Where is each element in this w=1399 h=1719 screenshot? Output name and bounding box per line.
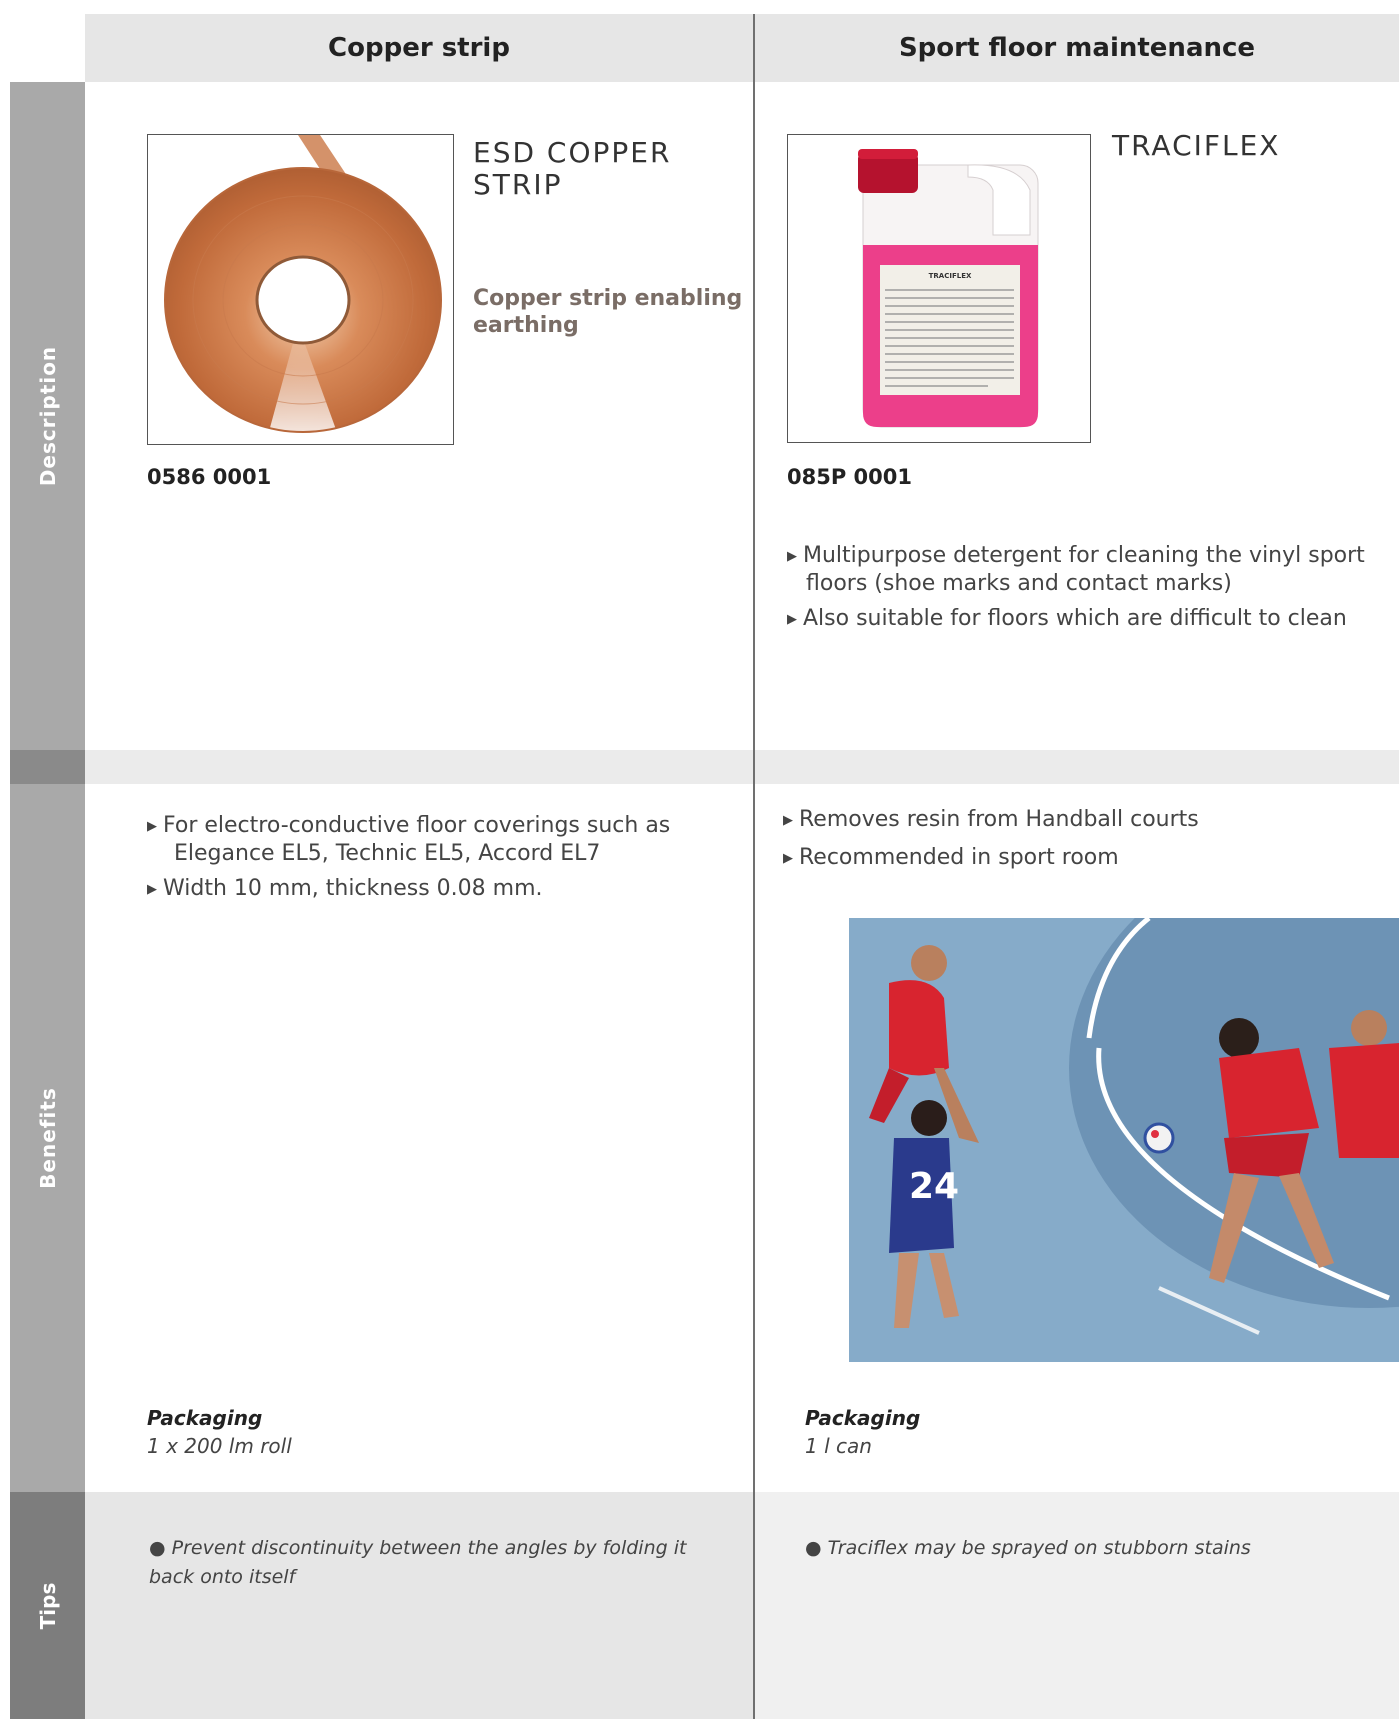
header-copper-strip: Copper strip <box>85 14 753 82</box>
copper-packaging-value: 1 x 200 lm roll <box>147 1434 292 1458</box>
dot-icon: ● <box>805 1537 822 1559</box>
triangle-right-icon: ▶ <box>147 819 157 834</box>
copper-title-line1: ESD COPPER <box>473 136 672 169</box>
traciflex-tip: ● Traciflex may be sprayed on stubborn s… <box>805 1537 1251 1559</box>
copper-strip-image <box>147 134 454 445</box>
traciflex-benefit-2: ▶ Recommended in sport room <box>783 845 1119 870</box>
copper-subtitle: Copper strip enabling earthing <box>473 285 742 339</box>
sidebar-benefits-label: Benefits <box>35 1087 60 1189</box>
triangle-right-icon: ▶ <box>147 882 157 897</box>
row-separator-band <box>85 750 1399 784</box>
sidebar-tips: Tips <box>10 1492 85 1719</box>
bottle-label-text: TRACIFLEX <box>929 272 972 280</box>
tips-bg-right <box>755 1492 1399 1719</box>
copper-packaging-label: Packaging <box>147 1406 263 1430</box>
copper-benefit-1: ▶ For electro-conductive floor coverings … <box>147 813 671 866</box>
traciflex-product-title: TRACIFLEX <box>1112 129 1281 162</box>
copper-product-code: 0586 0001 <box>147 465 272 489</box>
column-divider <box>753 14 755 1719</box>
corner-blank <box>10 14 85 82</box>
triangle-right-icon: ▶ <box>787 612 797 627</box>
copper-subtitle-line1: Copper strip enabling <box>473 286 743 311</box>
dot-icon: ● <box>149 1537 166 1559</box>
copper-tip: ● Prevent discontinuity between the angl… <box>149 1537 687 1588</box>
sidebar-description-label: Description <box>35 345 60 487</box>
sidebar-separator <box>10 750 85 784</box>
traciflex-packaging-label: Packaging <box>805 1406 921 1430</box>
copper-title-line2: STRIP <box>473 168 563 201</box>
traciflex-packaging-value: 1 l can <box>805 1434 872 1458</box>
triangle-right-icon: ▶ <box>783 813 793 828</box>
traciflex-benefit-1: ▶ Removes resin from Handball courts <box>783 807 1199 832</box>
triangle-right-icon: ▶ <box>783 851 793 866</box>
tips-bg-left <box>85 1492 753 1719</box>
sidebar-benefits: Benefits <box>10 784 85 1492</box>
traciflex-product-code: 085P 0001 <box>787 465 912 489</box>
header-sport-floor-maintenance: Sport floor maintenance <box>755 14 1399 82</box>
traciflex-bottle-image: TRACIFLEX <box>787 134 1091 443</box>
sidebar-tips-label: Tips <box>35 1582 60 1629</box>
player-number: 24 <box>909 1166 959 1207</box>
copper-product-title: ESD COPPER STRIP <box>473 137 671 201</box>
triangle-right-icon: ▶ <box>787 549 797 564</box>
handball-photo: 24 <box>849 918 1399 1362</box>
traciflex-desc-bullet-2: ▶ Also suitable for floors which are diff… <box>787 606 1347 631</box>
copper-subtitle-line2: earthing <box>473 313 579 338</box>
sidebar-description: Description <box>10 82 85 750</box>
traciflex-desc-bullet-1: ▶ Multipurpose detergent for cleaning the… <box>787 543 1365 596</box>
copper-benefit-2: ▶ Width 10 mm, thickness 0.08 mm. <box>147 876 543 901</box>
